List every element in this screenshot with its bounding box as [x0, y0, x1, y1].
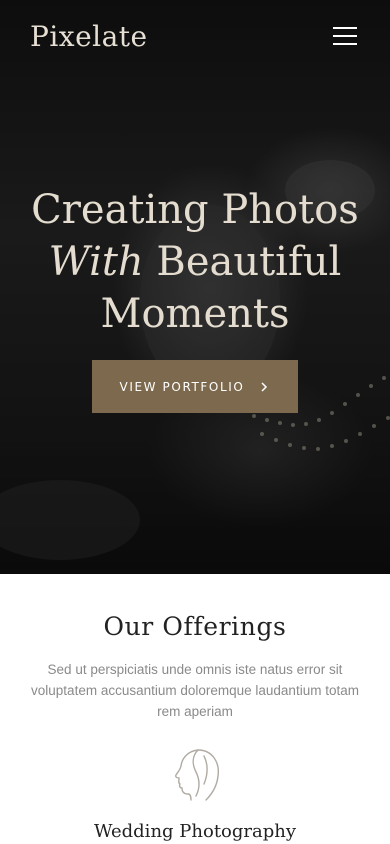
hero-title-line-2: With Beautiful — [0, 236, 390, 288]
offerings-title: Our Offerings — [103, 612, 287, 641]
view-portfolio-label: VIEW PORTFOLIO — [119, 379, 245, 394]
bride-profile-icon — [175, 749, 219, 801]
hero-title-italic: With — [48, 239, 144, 285]
hamburger-menu-icon[interactable] — [328, 22, 362, 50]
offerings-section: Our Offerings Sed ut perspiciatis unde o… — [0, 574, 390, 844]
hero-section: Pixelate Creating Photos With Beautiful … — [0, 0, 390, 574]
offerings-description: Sed ut perspiciatis unde omnis iste natu… — [31, 662, 359, 719]
hero-title-line-2-rest: Beautiful — [156, 239, 342, 285]
hero-title-line-1: Creating Photos — [31, 187, 359, 233]
view-portfolio-button[interactable]: VIEW PORTFOLIO — [92, 360, 298, 413]
chevron-right-icon — [261, 381, 268, 392]
hero-title: Creating Photos With Beautiful Moments — [0, 184, 390, 340]
site-logo[interactable]: Pixelate — [30, 20, 148, 53]
hero-title-line-3: Moments — [100, 291, 290, 337]
top-navigation: Pixelate — [0, 0, 390, 80]
offering-item-title[interactable]: Wedding Photography — [0, 821, 390, 842]
